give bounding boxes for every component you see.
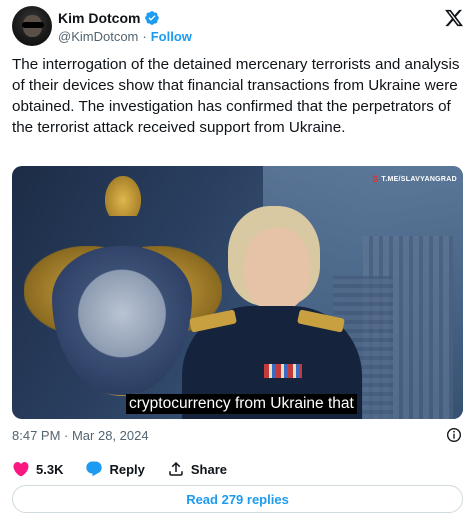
watermark-logo: S [372, 174, 379, 184]
read-replies-button[interactable]: Read 279 replies [12, 485, 463, 513]
verified-badge-icon [145, 11, 160, 25]
action-bar: 5.3K Reply Share [12, 459, 249, 479]
tweet-video[interactable]: S T.ME/SLAVYANGRAD cryptocurrency from U… [12, 166, 463, 419]
share-label: Share [190, 461, 228, 477]
reply-button[interactable]: Reply [85, 460, 145, 478]
handle-row: @KimDotcom · Follow [58, 29, 192, 44]
avatar-glasses [22, 22, 44, 28]
separator: · [142, 29, 147, 44]
share-button[interactable]: Share [167, 460, 227, 478]
speaker-face [244, 228, 310, 312]
follow-button[interactable]: Follow [151, 29, 192, 44]
tweet-text: The interrogation of the detained mercen… [12, 56, 460, 136]
channel-watermark: S T.ME/SLAVYANGRAD [372, 174, 457, 184]
avatar[interactable] [12, 6, 52, 46]
emblem-crown [105, 176, 141, 216]
display-name[interactable]: Kim Dotcom [58, 10, 140, 26]
emblem-shield [52, 246, 192, 396]
watermark-text: T.ME/SLAVYANGRAD [381, 175, 457, 183]
share-icon [169, 461, 183, 476]
name-row: Kim Dotcom [58, 9, 160, 27]
info-icon[interactable] [446, 427, 462, 443]
x-logo-icon[interactable] [444, 8, 464, 28]
reply-bubble-icon [86, 461, 103, 477]
handle[interactable]: @KimDotcom [58, 29, 138, 44]
video-subtitle: cryptocurrency from Ukraine that [126, 394, 357, 414]
like-button[interactable]: 5.3K [12, 460, 63, 478]
tweet-timestamp[interactable]: 8:47 PM · Mar 28, 2024 [12, 428, 149, 443]
heart-icon [13, 462, 29, 477]
like-count: 5.3K [36, 461, 64, 477]
tweet-header: Kim Dotcom @KimDotcom · Follow [12, 6, 464, 48]
reply-label: Reply [109, 461, 145, 477]
medal-ribbons [264, 364, 302, 378]
